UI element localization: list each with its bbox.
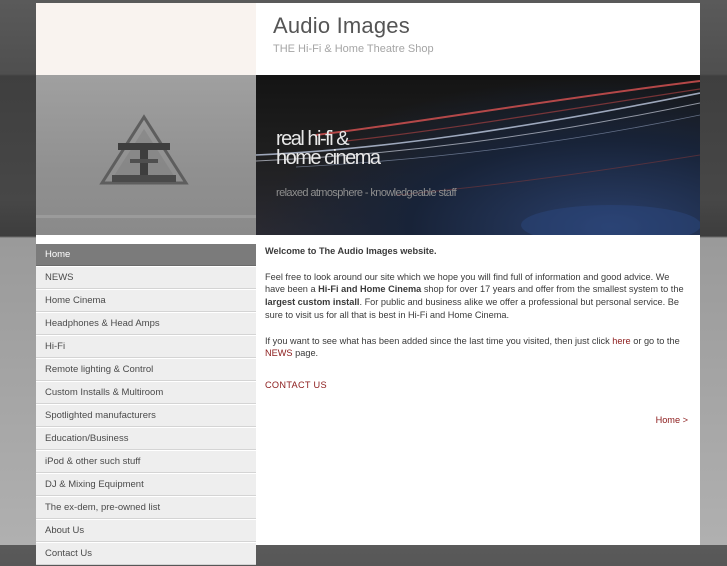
site-subtitle: THE Hi-Fi & Home Theatre Shop (273, 43, 434, 55)
site-title: Audio Images (273, 13, 410, 38)
banner-tagline: relaxed atmosphere - knowledgeable staff (276, 187, 457, 199)
nav-item-home-cinema[interactable]: Home Cinema (36, 290, 256, 312)
intro-bold-custom: largest custom install (265, 297, 360, 308)
nav-item-remote-lighting[interactable]: Remote lighting & Control (36, 359, 256, 381)
main-content: Welcome to The Audio Images website. Fee… (265, 245, 690, 392)
nav-item-ex-dem[interactable]: The ex-dem, pre-owned list (36, 497, 256, 519)
breadcrumb-home-link[interactable]: Home > (656, 415, 688, 425)
updates-text-1: If you want to see what has been added s… (265, 335, 613, 346)
banner-image: real hi-fi & home cinema relaxed atmosph… (256, 75, 700, 235)
news-link[interactable]: NEWS (265, 348, 293, 358)
sidebar-nav: Home NEWS Home Cinema Headphones & Head … (36, 244, 256, 566)
nav-item-custom-installs[interactable]: Custom Installs & Multiroom (36, 382, 256, 404)
nav-item-ipod[interactable]: iPod & other such stuff (36, 451, 256, 473)
nav-item-hifi[interactable]: Hi-Fi (36, 336, 256, 358)
contact-us-link[interactable]: CONTACT US (265, 379, 327, 392)
updates-paragraph: If you want to see what has been added s… (265, 335, 690, 361)
welcome-heading: Welcome to The Audio Images website. (265, 246, 437, 256)
updates-text-3: page. (292, 348, 319, 359)
banner-headline: real hi-fi & home cinema (276, 129, 381, 169)
nav-item-headphones[interactable]: Headphones & Head Amps (36, 313, 256, 335)
nav-item-news[interactable]: NEWS (36, 267, 256, 289)
here-link[interactable]: here (612, 336, 630, 346)
nav-item-spotlighted[interactable]: Spotlighted manufacturers (36, 405, 256, 427)
nav-item-home[interactable]: Home (36, 244, 256, 266)
triangle-AI-logo-icon (99, 114, 189, 185)
intro-text-2: shop for over 17 years and offer from th… (421, 284, 684, 295)
banner-logo-panel (36, 75, 256, 235)
banner-headline-line2: home cinema (276, 147, 381, 169)
intro-bold-hifi: Hi-Fi and Home Cinema (318, 284, 422, 295)
nav-item-about-us[interactable]: About Us (36, 520, 256, 542)
intro-paragraph: Feel free to look around our site which … (265, 271, 690, 322)
page-container: Audio Images THE Hi-Fi & Home Theatre Sh… (36, 3, 700, 565)
updates-text-2: or go to the (630, 335, 680, 346)
nav-item-contact-us[interactable]: Contact Us (36, 543, 256, 565)
nav-item-education-business[interactable]: Education/Business (36, 428, 256, 450)
nav-item-dj-mixing[interactable]: DJ & Mixing Equipment (36, 474, 256, 496)
header-blank-panel (36, 3, 256, 75)
